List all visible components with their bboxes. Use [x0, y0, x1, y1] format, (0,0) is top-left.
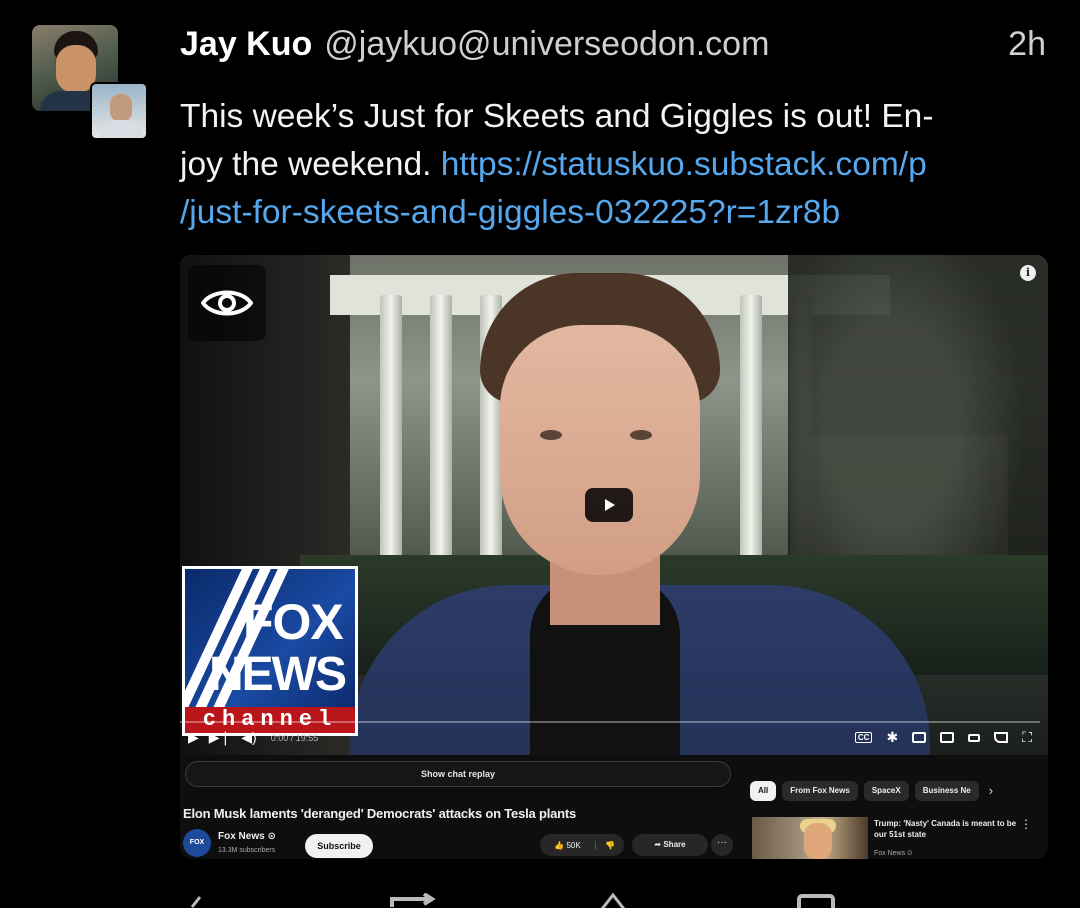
chip-from-fox-news[interactable]: From Fox News	[782, 781, 858, 801]
subscriber-count: 13.3M subscribers	[218, 847, 276, 854]
miniplayer-icon[interactable]	[912, 732, 927, 743]
recommended-title[interactable]: Trump: 'Nasty' Canada is meant to be our…	[874, 818, 1024, 840]
chip-bar: All From Fox News SpaceX Business Ne ›	[750, 781, 993, 801]
fox-logo-box: FOX NEWS	[185, 569, 355, 707]
share-label: Share	[663, 840, 686, 849]
player-controls: ▶ ▶❘ ◀) 0:00 / 19:55 CC ✱ ⛶	[180, 720, 1048, 755]
post-header: Jay Kuo @jaykuo@universeodon.com 2h	[180, 25, 1048, 67]
person-face	[500, 325, 700, 575]
reply-icon[interactable]	[190, 893, 212, 908]
like-button[interactable]: 👍 50K	[540, 840, 596, 850]
like-count: 50K	[566, 840, 581, 850]
theater-icon[interactable]	[940, 732, 955, 743]
booster-avatar[interactable]	[90, 82, 148, 140]
chip-spacex[interactable]: SpaceX	[863, 781, 909, 801]
booster-avatar-body	[100, 120, 142, 138]
play-control-icon[interactable]: ▶	[188, 729, 199, 746]
booster-avatar-face	[110, 94, 132, 122]
eye-icon[interactable]	[188, 265, 266, 341]
post-text-line1: This week’s Just for Skeets and Giggles …	[180, 98, 934, 135]
person-eye	[540, 430, 562, 440]
avatar[interactable]	[32, 25, 148, 141]
post-link-line1[interactable]: https://statuskuo.substack.com/p	[441, 146, 927, 183]
player-time: 0:00 / 19:55	[270, 732, 319, 743]
post-text: This week’s Just for Skeets and Giggles …	[180, 93, 1050, 237]
subscribe-button[interactable]: Subscribe	[305, 834, 373, 858]
chip-business[interactable]: Business Ne	[914, 781, 979, 801]
fox-logo-line1: FOX	[243, 594, 344, 650]
video-title[interactable]: Elon Musk laments 'deranged' Democrats' …	[183, 806, 576, 821]
post-action-bar	[0, 885, 1080, 908]
info-icon[interactable]: i	[1020, 265, 1036, 281]
favorite-icon[interactable]	[598, 893, 628, 908]
post-time[interactable]: 2h	[1008, 25, 1046, 64]
show-chat-replay-button[interactable]: Show chat replay	[185, 761, 731, 787]
column	[740, 295, 762, 595]
play-icon[interactable]	[585, 488, 633, 522]
display-name[interactable]: Jay Kuo	[180, 25, 312, 64]
like-dislike-pill: 👍 50K 👎	[540, 834, 624, 856]
chip-all[interactable]: All	[750, 781, 777, 801]
media-attachment[interactable]: i FOX NEWS channel ▶ ▶❘ ◀) 0:00 / 19:55 …	[180, 255, 1048, 859]
cc-icon[interactable]: CC	[854, 732, 873, 743]
video-frame[interactable]: i FOX NEWS channel ▶ ▶❘ ◀) 0:00 / 19:55 …	[180, 255, 1048, 755]
next-icon[interactable]: ▶❘	[209, 729, 232, 746]
bookmark-icon[interactable]	[796, 893, 836, 908]
boost-icon[interactable]	[390, 893, 436, 908]
settings-icon[interactable]: ✱	[886, 729, 898, 746]
cast-icon[interactable]	[994, 732, 1009, 743]
share-button[interactable]: ➦ Share	[632, 834, 708, 856]
recommended-thumbnail[interactable]	[752, 817, 868, 859]
person-eye	[630, 430, 652, 440]
column	[430, 295, 452, 595]
column	[380, 295, 402, 595]
more-button[interactable]: ···	[711, 834, 733, 856]
pip-icon[interactable]	[968, 733, 981, 742]
recommended-channel: Fox News ⊙	[874, 850, 913, 857]
fox-news-logo: FOX NEWS channel	[182, 566, 358, 736]
youtube-info-panel: Show chat replay All From Fox News Space…	[180, 755, 1048, 859]
play-triangle	[605, 499, 615, 511]
eye-icon-graphic	[201, 290, 253, 316]
volume-icon[interactable]: ◀)	[241, 729, 256, 746]
post-text-line2: joy the weekend.	[180, 146, 432, 183]
account-handle[interactable]: @jaykuo@universeodon.com	[324, 25, 769, 64]
channel-name[interactable]: Fox News ⊙	[218, 831, 276, 842]
thumb-head	[804, 823, 832, 859]
dislike-icon[interactable]: 👎	[596, 841, 624, 850]
fullscreen-icon[interactable]: ⛶	[1022, 729, 1032, 746]
chevron-right-icon[interactable]: ›	[989, 781, 993, 801]
channel-avatar[interactable]: FOX	[183, 829, 211, 857]
fox-logo-line2: NEWS	[209, 648, 347, 701]
player-controls-right: CC ✱ ⛶	[854, 720, 1032, 755]
more-vert-icon[interactable]: ⋮	[1020, 817, 1032, 831]
post-link-line2[interactable]: /just-for-skeets-and-giggles-032225?r=1z…	[180, 194, 840, 231]
